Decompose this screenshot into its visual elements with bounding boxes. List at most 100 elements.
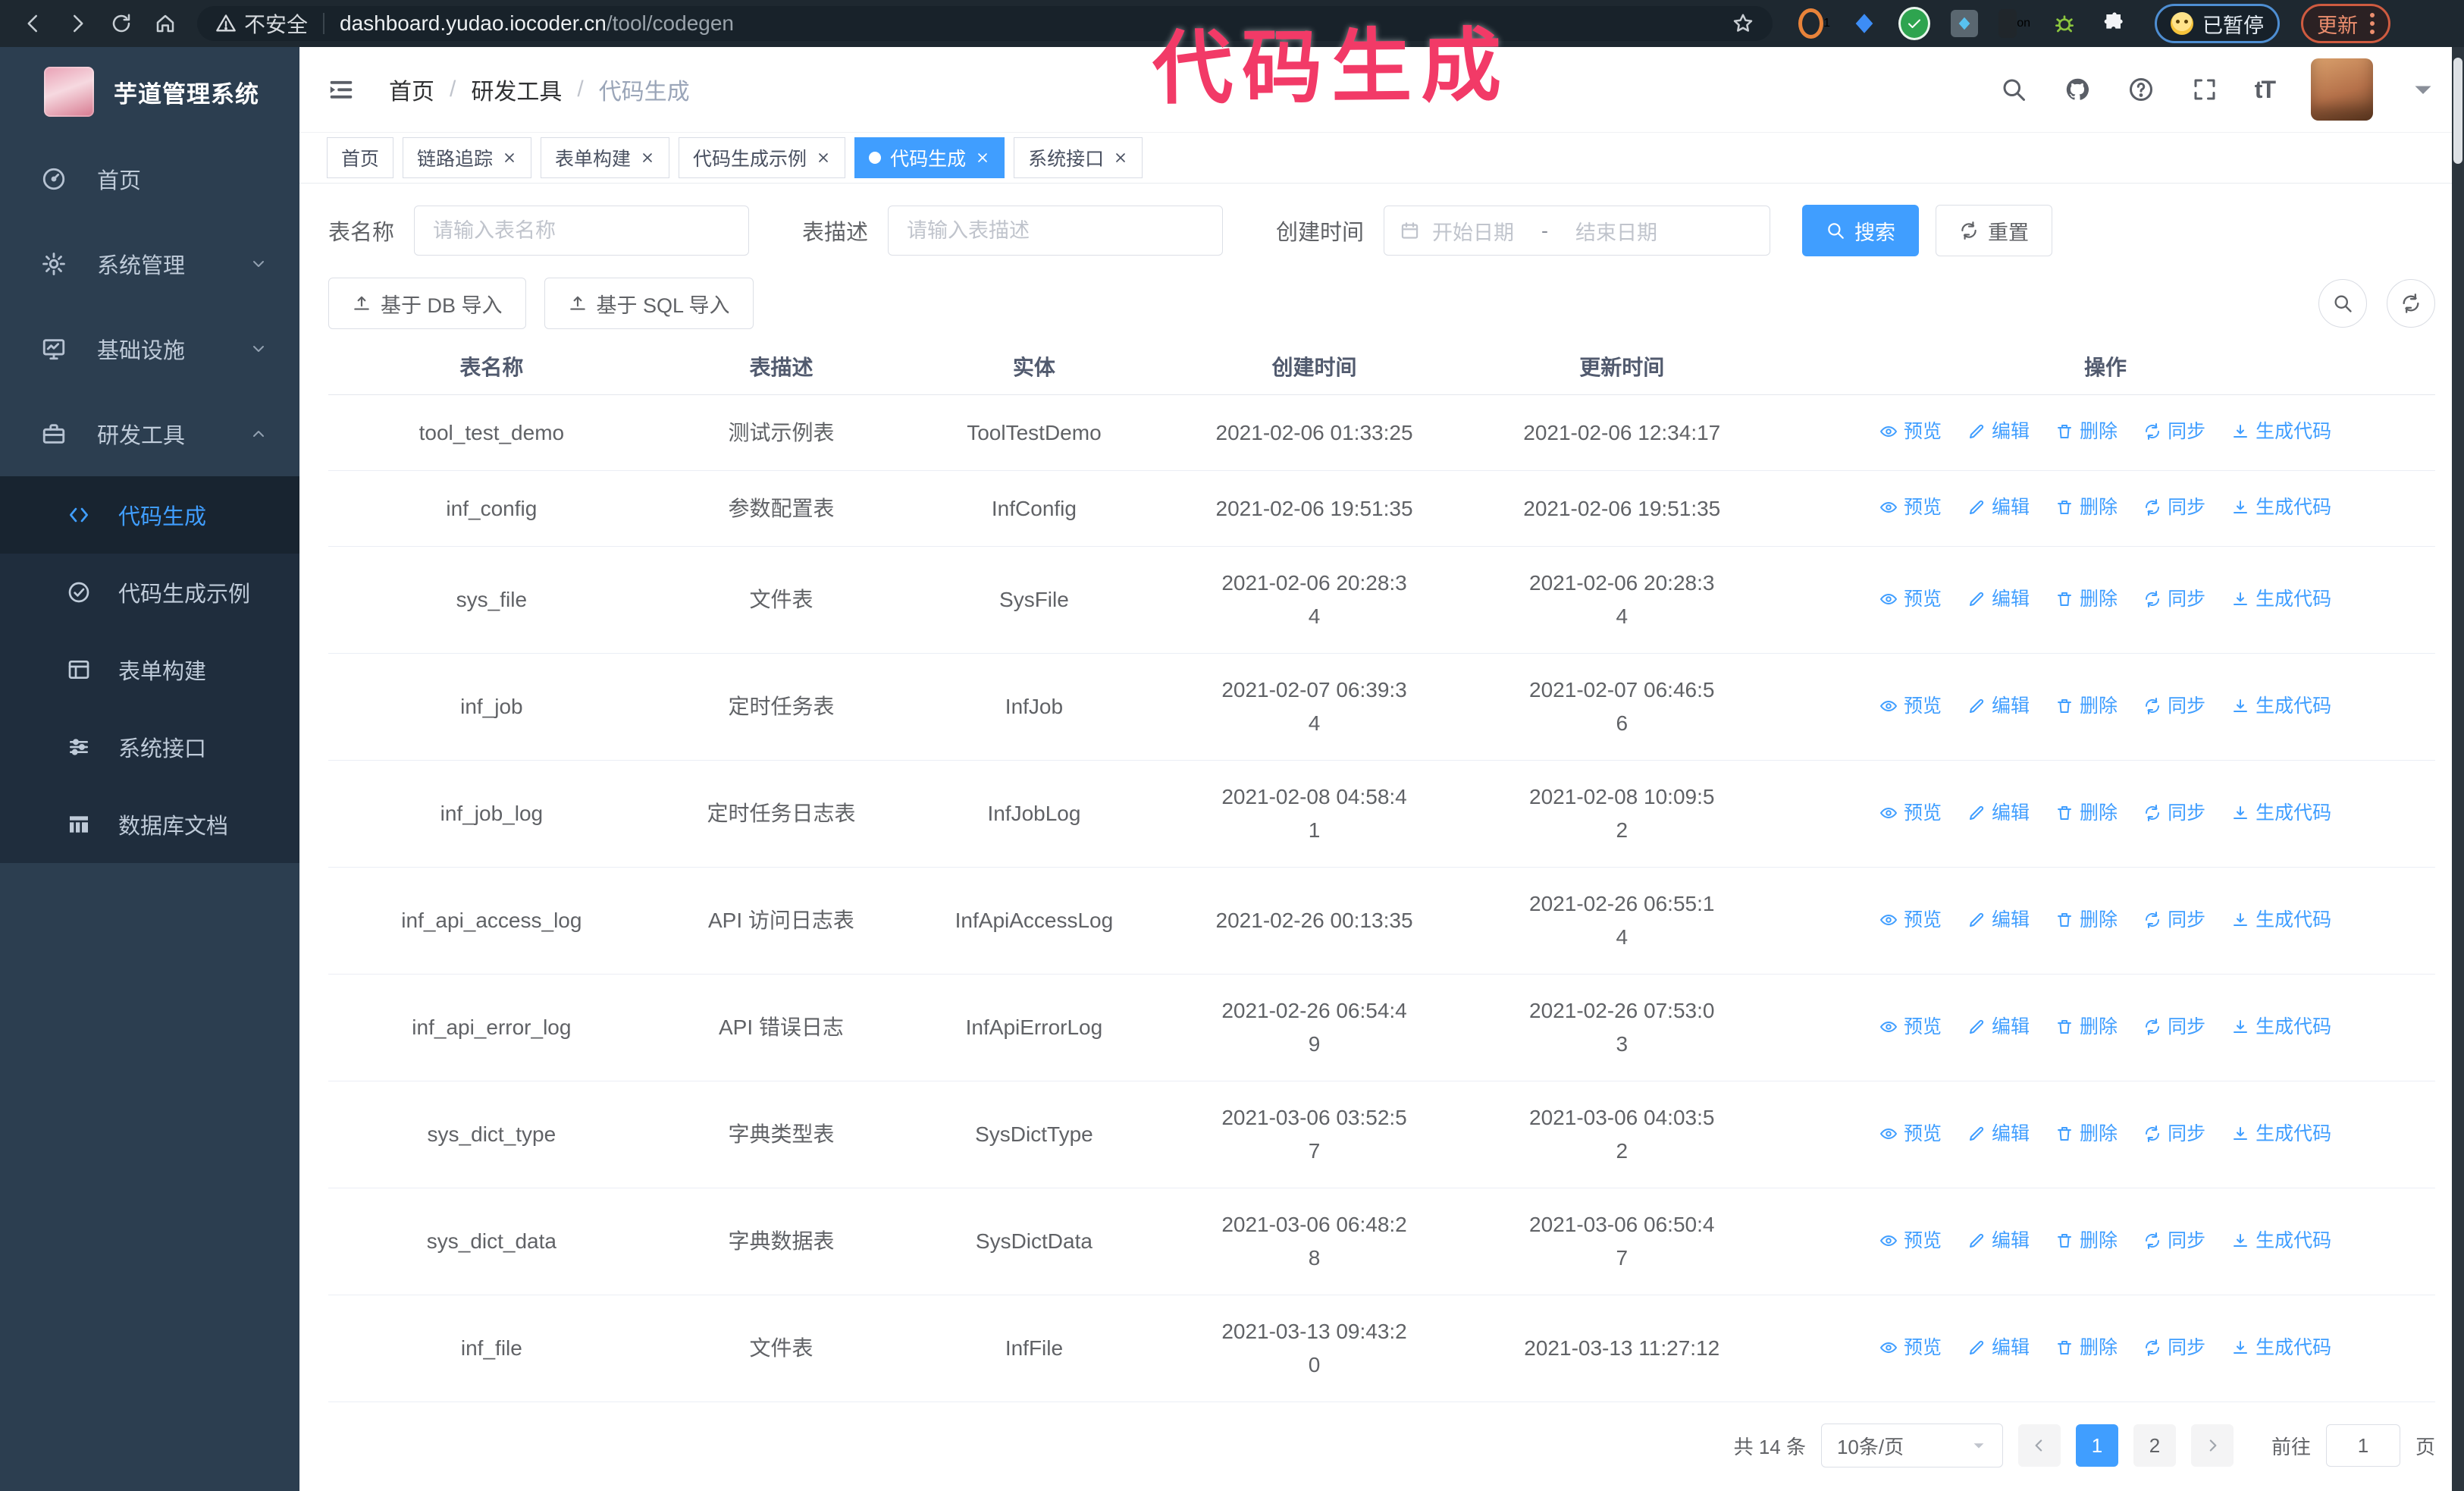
extensions-puzzle-icon[interactable] <box>2099 8 2130 39</box>
back-icon[interactable] <box>14 5 53 42</box>
generate-code-link[interactable]: 生成代码 <box>2231 415 2331 448</box>
table-desc-input[interactable] <box>888 206 1224 256</box>
generate-code-link[interactable]: 生成代码 <box>2231 1224 2331 1257</box>
sidebar-item-3[interactable]: 研发工具 <box>0 391 299 476</box>
preview-link[interactable]: 预览 <box>1879 903 1942 937</box>
generate-code-link[interactable]: 生成代码 <box>2231 1331 2331 1364</box>
tab-1[interactable]: 链路追踪 <box>403 137 532 178</box>
close-icon[interactable] <box>975 150 990 165</box>
delete-link[interactable]: 删除 <box>2055 1010 2118 1044</box>
preview-link[interactable]: 预览 <box>1879 1010 1942 1044</box>
table-name-input[interactable] <box>414 206 750 256</box>
sync-link[interactable]: 同步 <box>2143 903 2205 937</box>
browser-update-button[interactable]: 更新 <box>2301 4 2390 43</box>
prev-page-button[interactable] <box>2017 1424 2061 1467</box>
avatar-caret-down-icon[interactable] <box>2409 76 2437 103</box>
browser-menu-icon[interactable] <box>2370 13 2375 34</box>
sync-link[interactable]: 同步 <box>2143 796 2205 830</box>
edit-link[interactable]: 编辑 <box>1967 903 2030 937</box>
delete-link[interactable]: 删除 <box>2055 582 2118 616</box>
preview-link[interactable]: 预览 <box>1879 582 1942 616</box>
page-button-2[interactable]: 2 <box>2133 1424 2176 1467</box>
sidebar-item-1[interactable]: 系统管理 <box>0 221 299 306</box>
edit-link[interactable]: 编辑 <box>1967 415 2030 448</box>
generate-code-link[interactable]: 生成代码 <box>2231 689 2331 723</box>
profile-paused-chip[interactable]: 已暂停 <box>2155 4 2280 43</box>
delete-link[interactable]: 删除 <box>2055 1117 2118 1150</box>
delete-link[interactable]: 删除 <box>2055 689 2118 723</box>
refresh-table-button[interactable] <box>2387 279 2435 328</box>
bookmark-star-icon[interactable] <box>1732 12 1754 35</box>
extension-gem-icon[interactable] <box>1848 8 1880 39</box>
sync-link[interactable]: 同步 <box>2143 1117 2205 1150</box>
fullscreen-icon[interactable] <box>2191 76 2218 103</box>
sync-link[interactable]: 同步 <box>2143 1224 2205 1257</box>
sync-link[interactable]: 同步 <box>2143 491 2205 524</box>
tab-4[interactable]: 代码生成 <box>854 137 1005 178</box>
font-size-icon[interactable]: tT <box>2255 76 2276 104</box>
tab-2[interactable]: 表单构建 <box>541 137 670 178</box>
sidebar-item-0[interactable]: 首页 <box>0 137 299 221</box>
extension-orange-icon[interactable]: 1 <box>1798 8 1830 39</box>
generate-code-link[interactable]: 生成代码 <box>2231 582 2331 616</box>
delete-link[interactable]: 删除 <box>2055 796 2118 830</box>
forward-icon[interactable] <box>58 5 97 42</box>
delete-link[interactable]: 删除 <box>2055 491 2118 524</box>
home-icon[interactable] <box>146 5 185 42</box>
generate-code-link[interactable]: 生成代码 <box>2231 796 2331 830</box>
preview-link[interactable]: 预览 <box>1879 491 1942 524</box>
github-icon[interactable] <box>2064 76 2091 103</box>
edit-link[interactable]: 编辑 <box>1967 1331 2030 1364</box>
extension-card-icon[interactable] <box>1948 8 1980 39</box>
edit-link[interactable]: 编辑 <box>1967 689 2030 723</box>
search-icon[interactable] <box>2000 76 2027 103</box>
edit-link[interactable]: 编辑 <box>1967 582 2030 616</box>
sidebar-subitem-2[interactable]: 表单构建 <box>0 631 299 708</box>
edit-link[interactable]: 编辑 <box>1967 1224 2030 1257</box>
page-button-1[interactable]: 1 <box>2075 1424 2118 1467</box>
page-size-select[interactable]: 10条/页 <box>1820 1424 2003 1467</box>
scrollbar-thumb[interactable] <box>2453 58 2462 164</box>
sidebar-item-2[interactable]: 基础设施 <box>0 306 299 391</box>
extension-bug-icon[interactable] <box>2049 8 2080 39</box>
delete-link[interactable]: 删除 <box>2055 1331 2118 1364</box>
sync-link[interactable]: 同步 <box>2143 1331 2205 1364</box>
help-icon[interactable] <box>2127 76 2155 103</box>
breadcrumb-dev-tools[interactable]: 研发工具 <box>471 73 562 106</box>
sidebar-subitem-3[interactable]: 系统接口 <box>0 708 299 786</box>
edit-link[interactable]: 编辑 <box>1967 491 2030 524</box>
import-db-button[interactable]: 基于 DB 导入 <box>328 278 526 329</box>
preview-link[interactable]: 预览 <box>1879 1224 1942 1257</box>
preview-link[interactable]: 预览 <box>1879 415 1942 448</box>
extension-on-icon[interactable]: on <box>1998 8 2030 39</box>
user-avatar[interactable] <box>2311 58 2373 121</box>
generate-code-link[interactable]: 生成代码 <box>2231 903 2331 937</box>
app-logo[interactable]: 芋道管理系统 <box>0 47 299 137</box>
reload-icon[interactable] <box>102 5 141 42</box>
generate-code-link[interactable]: 生成代码 <box>2231 1117 2331 1150</box>
delete-link[interactable]: 删除 <box>2055 415 2118 448</box>
goto-page-input[interactable] <box>2325 1424 2400 1467</box>
toggle-search-button[interactable] <box>2318 279 2367 328</box>
close-icon[interactable] <box>640 150 655 165</box>
date-range-picker[interactable]: 开始日期 - 结束日期 <box>1384 206 1771 256</box>
delete-link[interactable]: 删除 <box>2055 1224 2118 1257</box>
preview-link[interactable]: 预览 <box>1879 796 1942 830</box>
tab-0[interactable]: 首页 <box>327 137 394 178</box>
sync-link[interactable]: 同步 <box>2143 582 2205 616</box>
sync-link[interactable]: 同步 <box>2143 415 2205 448</box>
search-button[interactable]: 搜索 <box>1802 205 1920 256</box>
close-icon[interactable] <box>502 150 517 165</box>
reset-button[interactable]: 重置 <box>1936 205 2053 256</box>
tab-3[interactable]: 代码生成示例 <box>679 137 846 178</box>
sync-link[interactable]: 同步 <box>2143 689 2205 723</box>
close-icon[interactable] <box>1113 150 1128 165</box>
preview-link[interactable]: 预览 <box>1879 689 1942 723</box>
tab-5[interactable]: 系统接口 <box>1014 137 1143 178</box>
address-bar[interactable]: 不安全 dashboard.yudao.iocoder.cn /tool/cod… <box>197 6 1773 41</box>
preview-link[interactable]: 预览 <box>1879 1117 1942 1150</box>
next-page-button[interactable] <box>2190 1424 2234 1467</box>
delete-link[interactable]: 删除 <box>2055 903 2118 937</box>
sidebar-subitem-1[interactable]: 代码生成示例 <box>0 554 299 631</box>
sidebar-subitem-0[interactable]: 代码生成 <box>0 476 299 554</box>
